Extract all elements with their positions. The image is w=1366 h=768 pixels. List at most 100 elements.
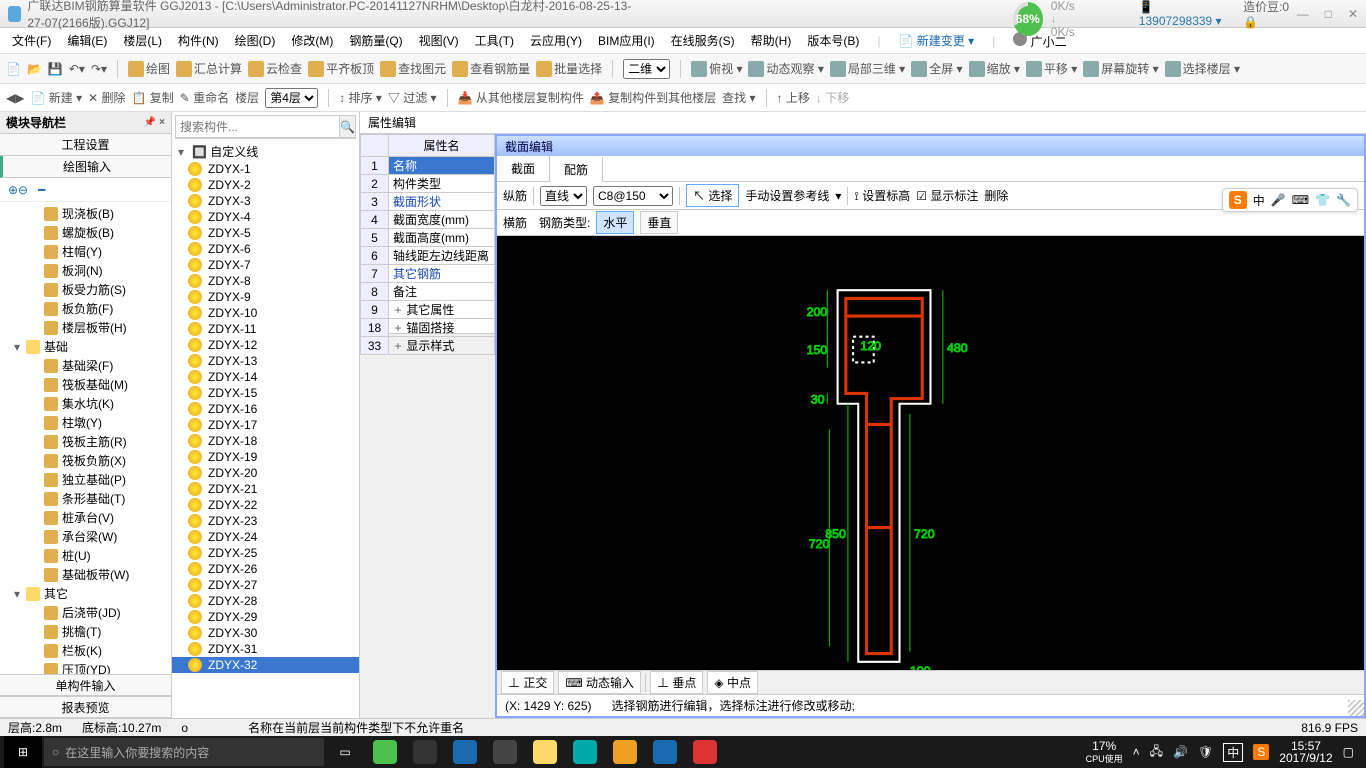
close-button[interactable]: ✕ [1348,7,1358,21]
prop-cell[interactable]: + 其它属性 [389,301,495,319]
tree-item[interactable]: 承台梁(W) [0,527,171,546]
app-icon-5[interactable] [646,736,684,768]
ime-toolbar[interactable]: S中🎤⌨👕🔧 [1222,188,1358,212]
copy-to-button[interactable]: 📤 复制构件到其他楼层 [590,89,716,106]
prop-cell[interactable]: 名称 [389,157,495,175]
app-icon-2[interactable] [406,736,444,768]
tray-vol-icon[interactable]: 🔊 [1173,745,1188,759]
tree-item[interactable]: 压顶(YD) [0,660,171,674]
list-item[interactable]: ZDYX-5 [172,225,359,241]
tree-item[interactable]: 挑檐(T) [0,622,171,641]
tray-sogou-icon[interactable]: S [1253,744,1269,760]
nav-tab-settings[interactable]: 工程设置 [0,134,171,156]
tree-item[interactable]: 桩(U) [0,546,171,565]
dyninput-button[interactable]: ⌨ 动态输入 [558,671,641,694]
ortho-button[interactable]: ⊥ 正交 [501,671,554,694]
tree-item[interactable]: 筏板基础(M) [0,375,171,394]
select-button[interactable]: ↖ 选择 [686,184,739,207]
del-button[interactable]: ✕ 删除 [88,89,125,106]
collapse-icon[interactable]: ━ [38,183,45,197]
copy-button[interactable]: 📋 复制 [132,89,174,106]
list-item[interactable]: ZDYX-32 [172,657,359,673]
menu-item[interactable]: 版本号(B) [801,29,865,52]
explorer-icon[interactable] [526,736,564,768]
prop-cell[interactable]: 截面高度(mm) [389,229,495,247]
open-icon[interactable]: 📂 [27,62,42,76]
menu-item[interactable]: 文件(F) [6,29,57,52]
show-mark-button[interactable]: ☑ 显示标注 [916,187,978,204]
section-canvas[interactable]: 200 480 150 120 30 850 720 720 100 [497,236,1364,716]
rename-button[interactable]: ✎ 重命名 [180,89,229,106]
minimize-button[interactable]: — [1297,7,1309,21]
save-icon[interactable]: 💾 [48,62,63,76]
tab-section[interactable]: 截面 [497,156,550,181]
prop-cell[interactable]: 备注 [389,283,495,301]
store-icon[interactable] [486,736,524,768]
toolbtn[interactable]: 动态观察 ▾ [748,60,823,78]
view-select[interactable]: 二维 [623,59,670,79]
tree-item[interactable]: 条形基础(T) [0,489,171,508]
prop-cell[interactable]: 截面宽度(mm) [389,211,495,229]
list-item[interactable]: ZDYX-6 [172,241,359,257]
filter-button[interactable]: ▽ 过滤 ▾ [388,89,437,106]
tray-net-icon[interactable]: 🖧 [1150,742,1163,763]
user-menu[interactable]: 广小二 [1007,29,1072,53]
toolbtn[interactable]: 全屏 ▾ [911,60,962,78]
list-item[interactable]: ZDYX-26 [172,561,359,577]
list-item[interactable]: ZDYX-2 [172,177,359,193]
list-item[interactable]: ZDYX-23 [172,513,359,529]
list-item[interactable]: ZDYX-15 [172,385,359,401]
toolbtn[interactable]: 云检查 [248,60,302,78]
horizontal-button[interactable]: 水平 [596,211,634,234]
line-type-select[interactable]: 直线 [540,186,587,206]
nav-tab-draw[interactable]: 绘图输入 [0,156,171,178]
cpu-meter[interactable]: 17%CPU使用 [1086,740,1123,765]
tray-lock-icon[interactable]: 🛡 [1198,745,1213,759]
copy-from-button[interactable]: 📥 从其他楼层复制构件 [458,89,584,106]
set-mark-button[interactable]: ⟟ 设置标高 [854,187,910,204]
maximize-button[interactable]: □ [1325,7,1332,21]
list-item[interactable]: ZDYX-28 [172,593,359,609]
mid-snap-button[interactable]: ◈ 中点 [707,671,758,694]
undo-icon[interactable]: ↶▾ [69,62,85,76]
toolbtn[interactable]: 平移 ▾ [1026,60,1077,78]
tree-item[interactable]: 楼层板带(H) [0,318,171,337]
list-item[interactable]: ZDYX-14 [172,369,359,385]
list-item[interactable]: ZDYX-17 [172,417,359,433]
tree-item[interactable]: 板负筋(F) [0,299,171,318]
list-item[interactable]: ZDYX-11 [172,321,359,337]
toolbtn[interactable]: 俯视 ▾ [691,60,742,78]
prop-cell[interactable]: 轴线距左边线距离 [389,247,495,265]
list-item[interactable]: ZDYX-10 [172,305,359,321]
app-icon-4[interactable] [606,736,644,768]
moveup-button[interactable]: ↑ 上移 [777,89,810,106]
new-doc-icon[interactable]: 📄 [6,62,21,76]
menu-item[interactable]: 编辑(E) [61,29,113,52]
list-item[interactable]: ZDYX-18 [172,433,359,449]
menu-item[interactable]: 视图(V) [413,29,465,52]
tree-item[interactable]: 板受力筋(S) [0,280,171,299]
tree-item[interactable]: 基础梁(F) [0,356,171,375]
toolbtn[interactable]: 平齐板顶 [308,60,374,78]
list-item[interactable]: ZDYX-1 [172,161,359,177]
tab-rebar[interactable]: 配筋 [550,157,603,182]
taskbar-search[interactable]: ○ 在这里输入你要搜索的内容 [44,738,324,766]
prop-cell[interactable]: 截面形状 [389,193,495,211]
perp-snap-button[interactable]: ⊥ 垂点 [650,671,703,694]
menu-item[interactable]: BIM应用(I) [592,29,661,52]
list-item[interactable]: ZDYX-8 [172,273,359,289]
tree-item[interactable]: 筏板负筋(X) [0,451,171,470]
start-button[interactable]: ⊞ [4,736,42,768]
list-item[interactable]: ZDYX-22 [172,497,359,513]
manual-ref-button[interactable]: 手动设置参考线 [745,187,829,204]
sort-button[interactable]: ↕ 排序 ▾ [339,89,382,106]
menu-item[interactable]: 修改(M) [285,29,339,52]
search-input[interactable] [175,115,340,138]
tree-item[interactable]: 现浇板(B) [0,204,171,223]
list-item[interactable]: ZDYX-30 [172,625,359,641]
menu-item[interactable]: 云应用(Y) [524,29,588,52]
tray-ime[interactable]: 中 [1223,743,1243,762]
list-item[interactable]: ZDYX-7 [172,257,359,273]
prop-cell[interactable]: 构件类型 [389,175,495,193]
prop-cell[interactable]: 其它钢筋 [389,265,495,283]
